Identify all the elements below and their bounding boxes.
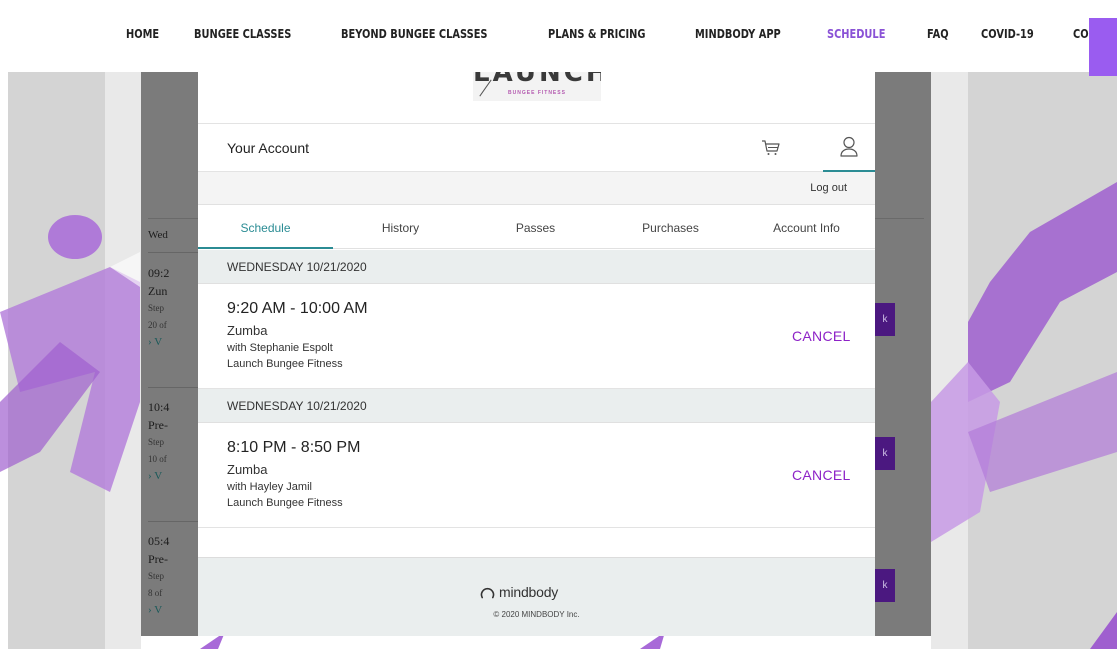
tab-purchases[interactable]: Purchases [603, 205, 738, 249]
underlying-spots: 10 of [148, 454, 167, 464]
underlying-day-header: Wed [148, 229, 168, 241]
booking-class-name: Zumba [227, 462, 268, 477]
account-title: Your Account [227, 140, 309, 156]
account-tabs: Schedule History Passes Purchases Accoun… [198, 205, 875, 249]
launch-logo[interactable]: LAUNCH BUNGEE FITNESS [473, 72, 601, 101]
underlying-time: 05:4 [148, 534, 170, 548]
nav-accent-tab[interactable] [1089, 18, 1117, 76]
date-label: WEDNESDAY 10/21/2020 [227, 260, 367, 274]
cancel-button[interactable]: CANCEL [792, 328, 851, 344]
nav-mindbody-app[interactable]: MINDBODY APP [695, 27, 781, 41]
underlying-spots: 8 of [148, 588, 163, 598]
tab-schedule[interactable]: Schedule [198, 205, 333, 249]
nav-home[interactable]: HOME [126, 27, 159, 41]
booking-class-name: Zumba [227, 323, 268, 338]
underlying-class: Pre- [148, 418, 168, 432]
date-header: WEDNESDAY 10/21/2020 [198, 250, 875, 284]
mindbody-logo-icon [480, 587, 495, 598]
nav-covid-19[interactable]: COVID-19 [981, 27, 1034, 41]
underlying-class: Zun [148, 284, 168, 298]
underlying-book-button: k [875, 303, 895, 336]
nav-schedule[interactable]: SCHEDULE [827, 27, 885, 41]
booking-time: 8:10 PM - 8:50 PM [227, 439, 361, 456]
underlying-class: Pre- [148, 552, 168, 566]
date-label: WEDNESDAY 10/21/2020 [227, 399, 367, 413]
underlying-staff: Step [148, 437, 165, 447]
nav-plans-pricing[interactable]: PLANS & PRICING [548, 27, 646, 41]
user-account-button[interactable] [823, 124, 875, 172]
account-modal: LAUNCH BUNGEE FITNESS Your Account Log o… [198, 72, 875, 636]
booking-time: 9:20 AM - 10:00 AM [227, 300, 368, 317]
booking-teacher: with Stephanie Espolt [227, 342, 333, 354]
mindbody-logo[interactable]: mindbody [480, 584, 558, 600]
booking-item: 9:20 AM - 10:00 AM Zumba with Stephanie … [198, 284, 875, 389]
underlying-time: 10:4 [148, 400, 170, 414]
underlying-view-link: › V [148, 336, 163, 348]
nav-bungee-classes[interactable]: BUNGEE CLASSES [194, 27, 291, 41]
underlying-book-button: k [875, 437, 895, 470]
underlying-staff: Step [148, 571, 165, 581]
booking-item: 8:10 PM - 8:50 PM Zumba with Hayley Jami… [198, 423, 875, 528]
modal-footer: mindbody © 2020 MINDBODY Inc. [198, 557, 875, 636]
user-icon [840, 136, 858, 157]
cancel-button[interactable]: CANCEL [792, 467, 851, 483]
logout-link[interactable]: Log out [810, 182, 847, 194]
date-header: WEDNESDAY 10/21/2020 [198, 389, 875, 423]
top-navigation: HOME BUNGEE CLASSES BEYOND BUNGEE CLASSE… [0, 0, 1117, 72]
underlying-book-button: k [875, 569, 895, 602]
logo-wordmark: LAUNCH [473, 72, 601, 88]
underlying-divider [148, 252, 198, 253]
underlying-staff: Step [148, 303, 165, 313]
mindbody-wordmark: mindbody [499, 584, 559, 600]
underlying-divider [148, 521, 198, 522]
account-header: Your Account [198, 123, 875, 172]
underlying-view-link: › V [148, 470, 163, 482]
booking-teacher: with Hayley Jamil [227, 481, 312, 493]
copyright-text: © 2020 MINDBODY Inc. [493, 610, 580, 619]
tab-history[interactable]: History [333, 205, 468, 249]
booking-location: Launch Bungee Fitness [227, 497, 343, 509]
underlying-view-link: › V [148, 604, 163, 616]
shopping-cart-icon[interactable] [761, 138, 781, 158]
underlying-time: 09:2 [148, 266, 170, 280]
nav-faq[interactable]: FAQ [927, 27, 949, 41]
nav-links: HOME BUNGEE CLASSES BEYOND BUNGEE CLASSE… [126, 27, 1117, 41]
nav-beyond-bungee-classes[interactable]: BEYOND BUNGEE CLASSES [341, 27, 488, 41]
tab-account-info[interactable]: Account Info [739, 205, 874, 249]
logout-bar: Log out [198, 172, 875, 205]
booking-location: Launch Bungee Fitness [227, 358, 343, 370]
underlying-divider [148, 387, 198, 388]
logo-tagline: BUNGEE FITNESS [508, 90, 566, 96]
tab-passes[interactable]: Passes [468, 205, 603, 249]
underlying-spots: 20 of [148, 320, 167, 330]
